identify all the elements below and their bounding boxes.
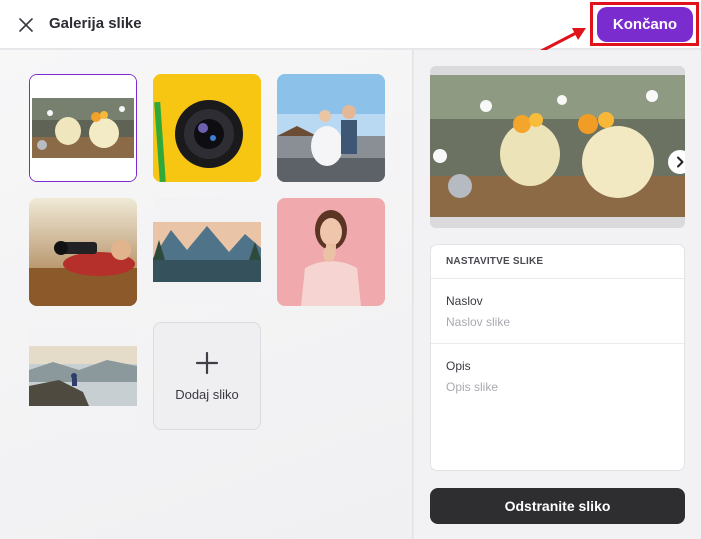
title-field-group: Naslov (431, 279, 684, 344)
remove-image-button[interactable]: Odstranite sliko (430, 488, 685, 524)
dialog-title: Galerija slike (49, 15, 142, 32)
plus-icon (195, 351, 219, 375)
add-image-button[interactable]: Dodaj sliko (153, 322, 261, 430)
image-preview (430, 66, 685, 228)
title-label: Naslov (446, 294, 483, 308)
header-bar: Galerija slike (0, 0, 701, 49)
gallery-thumbnail-wedding-couple[interactable] (277, 74, 385, 182)
gallery-thumbnail-hiker-view[interactable] (29, 322, 137, 430)
add-image-label: Dodaj sliko (175, 387, 239, 402)
image-settings-card: NASTAVITVE SLIKE Naslov Opis (430, 244, 685, 471)
gallery-thumbnail-mountain-lake[interactable] (153, 198, 261, 306)
image-details-panel: NASTAVITVE SLIKE Naslov Opis Odstranite … (414, 50, 701, 539)
title-input[interactable] (446, 315, 666, 329)
chevron-right-icon (677, 156, 684, 168)
gallery-grid: Dodaj sliko (0, 50, 413, 539)
settings-section-title: NASTAVITVE SLIKE (431, 245, 684, 279)
gallery-thumbnail-camera-lens[interactable] (153, 74, 261, 182)
done-button[interactable]: Končano (597, 7, 693, 42)
description-label: Opis (446, 359, 471, 373)
next-image-button[interactable] (668, 150, 685, 174)
gallery-thumbnail-desserts[interactable] (29, 74, 137, 182)
close-icon (19, 18, 33, 32)
close-button[interactable] (15, 14, 37, 36)
description-input[interactable] (446, 380, 666, 394)
description-field-group: Opis (431, 344, 684, 409)
gallery-thumbnail-photographer[interactable] (29, 198, 137, 306)
gallery-thumbnail-woman-portrait[interactable] (277, 198, 385, 306)
